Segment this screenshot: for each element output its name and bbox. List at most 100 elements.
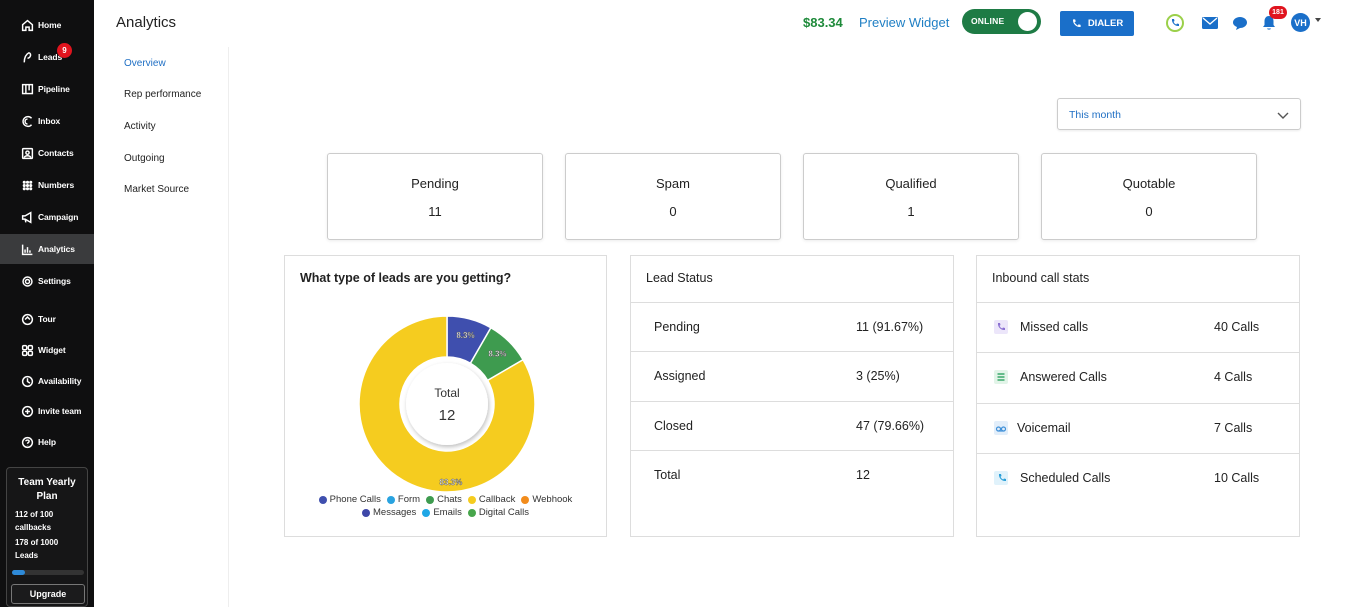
top-header: Analytics $83.34 Preview Widget ONLINE D…	[94, 0, 1349, 47]
lead-types-panel: What type of leads are you getting? Tota…	[284, 255, 607, 537]
stat-label: Spam	[656, 176, 690, 191]
call-stat-label: Scheduled Calls	[1020, 471, 1111, 485]
legend-item-chats[interactable]: Chats	[426, 494, 462, 505]
sidebar-item-contacts[interactable]: Contacts	[0, 138, 94, 168]
sidebar-item-leads[interactable]: Leads	[0, 42, 94, 72]
numbers-icon	[20, 178, 34, 192]
megaphone-icon	[20, 210, 34, 224]
call-status-icon[interactable]	[1164, 12, 1186, 34]
online-status-label: ONLINE	[971, 16, 1005, 26]
sidebar-item-label: Pipeline	[38, 84, 70, 94]
analytics-icon	[20, 242, 34, 256]
missed-call-icon	[994, 320, 1008, 334]
subnav-item-outgoing[interactable]: Outgoing	[124, 153, 165, 164]
subnav-item-overview[interactable]: Overview	[124, 58, 166, 69]
legend-label: Webhook	[532, 494, 573, 505]
plan-leads-usage: 178 of 1000 Leads	[15, 538, 59, 560]
table-row: Pending 11 (91.67%)	[631, 302, 953, 352]
sidebar-item-analytics[interactable]: Analytics	[0, 234, 94, 264]
stat-value: 11	[428, 204, 442, 219]
subnav-item-activity[interactable]: Activity	[124, 121, 156, 132]
period-select-value: This month	[1069, 109, 1121, 121]
stat-label: Pending	[411, 176, 459, 191]
sidebar-item-pipeline[interactable]: Pipeline	[0, 74, 94, 104]
legend-item-phone-calls[interactable]: Phone Calls	[318, 494, 381, 505]
lead-status-label: Pending	[654, 320, 700, 334]
subnav-item-market-source[interactable]: Market Source	[124, 184, 189, 195]
sidebar-item-label: Campaign	[38, 212, 79, 222]
chart-legend: Phone Calls Form Chats Callback Webhook	[285, 494, 606, 507]
leads-icon	[20, 50, 34, 64]
sidebar-item-invite-team[interactable]: Invite team	[0, 396, 94, 426]
donut-center-value: 12	[439, 407, 456, 424]
voicemail-icon	[994, 421, 1008, 435]
sidebar-item-settings[interactable]: Settings	[0, 266, 94, 296]
legend-swatch	[386, 495, 395, 504]
call-stat-label: Answered Calls	[1020, 370, 1107, 384]
page-title: Analytics	[116, 14, 177, 31]
lead-status-value: 11 (91.67%)	[856, 320, 924, 334]
sidebar-item-label: Tour	[38, 314, 56, 324]
call-stat-value: 40 Calls	[1214, 320, 1260, 334]
sidebar-item-availability[interactable]: Availability	[0, 366, 94, 396]
legend-label: Digital Calls	[478, 507, 529, 518]
sidebar-item-label: Contacts	[38, 148, 74, 158]
sidebar-item-inbox[interactable]: Inbox	[0, 106, 94, 136]
legend-swatch	[426, 495, 435, 504]
legend-label: Callback	[478, 494, 516, 505]
lead-status-title: Lead Status	[646, 271, 713, 285]
lead-status-label: Assigned	[654, 369, 706, 383]
chevron-down-icon[interactable]	[1315, 18, 1321, 22]
legend-item-emails[interactable]: Emails	[422, 507, 462, 518]
call-stat-label: Voicemail	[1017, 421, 1071, 435]
avatar[interactable]: VH	[1291, 13, 1310, 32]
sidebar-item-label: Home	[38, 20, 62, 30]
stat-value: 1	[907, 204, 915, 219]
toggle-knob	[1018, 12, 1037, 31]
scheduled-call-icon	[994, 471, 1008, 485]
preview-widget-link[interactable]: Preview Widget	[859, 15, 949, 30]
dialer-button[interactable]: DIALER	[1060, 11, 1134, 36]
inbound-call-stats-panel: Inbound call stats Missed calls 40 Calls…	[976, 255, 1300, 537]
table-row: Voicemail 7 Calls	[977, 403, 1299, 453]
sidebar-item-label: Widget	[38, 345, 66, 355]
chevron-down-icon	[1276, 108, 1290, 126]
dialer-label: DIALER	[1087, 18, 1124, 29]
chat-icon[interactable]	[1229, 12, 1251, 34]
legend-item-messages[interactable]: Messages	[362, 507, 416, 518]
stat-card-pending: Pending 11	[327, 153, 543, 240]
mail-icon[interactable]	[1199, 12, 1221, 34]
stat-value: 0	[669, 204, 677, 219]
phone-icon	[1072, 19, 1081, 28]
call-stat-value: 4 Calls	[1214, 370, 1253, 384]
sidebar-item-label: Settings	[38, 276, 71, 286]
legend-item-callback[interactable]: Callback	[467, 494, 516, 505]
app-root: Home Leads 9 Pipeline Inbox Contacts Num…	[0, 0, 1349, 607]
sidebar-item-label: Inbox	[38, 116, 61, 126]
legend-item-form[interactable]: Form	[386, 494, 420, 505]
account-balance: $83.34	[803, 15, 843, 30]
sidebar-item-tour[interactable]: Tour	[0, 304, 94, 334]
subnav-item-rep-performance[interactable]: Rep performance	[124, 89, 201, 100]
sidebar-item-help[interactable]: Help	[0, 427, 94, 457]
lead-status-label: Closed	[654, 419, 693, 433]
notification-count-badge: 181	[1269, 6, 1287, 19]
period-select[interactable]: This month	[1057, 98, 1301, 130]
sidebar-item-home[interactable]: Home	[0, 10, 94, 40]
lead-status-value: 3 (25%)	[856, 369, 900, 383]
upgrade-button[interactable]: Upgrade	[11, 584, 85, 604]
plan-summary: Team Yearly Plan 112 of 100 callbacks 17…	[6, 467, 88, 607]
legend-swatch	[467, 508, 476, 517]
online-status-toggle[interactable]: ONLINE	[962, 9, 1041, 34]
lead-status-value: 12	[856, 468, 870, 482]
legend-swatch	[521, 495, 530, 504]
sidebar-item-numbers[interactable]: Numbers	[0, 170, 94, 200]
sidebar-item-campaign[interactable]: Campaign	[0, 202, 94, 232]
plan-title: Team Yearly Plan	[18, 477, 76, 502]
donut-slice-label: 83.3%	[440, 478, 463, 487]
legend-item-webhook[interactable]: Webhook	[521, 494, 572, 505]
legend-item-digital-calls[interactable]: Digital Calls	[467, 507, 529, 518]
legend-label: Chats	[437, 494, 462, 505]
sidebar-item-label: Numbers	[38, 180, 75, 190]
sidebar-item-widget[interactable]: Widget	[0, 335, 94, 365]
